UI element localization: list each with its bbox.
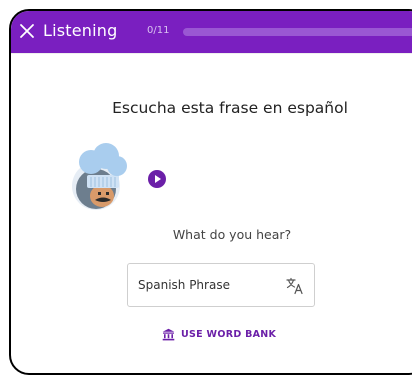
- progress-bar: [183, 28, 412, 36]
- play-icon: [155, 175, 161, 183]
- translate-button[interactable]: [285, 276, 305, 296]
- answer-field: [127, 263, 315, 307]
- translate-icon: [286, 277, 303, 295]
- page-title: Listening: [43, 21, 118, 40]
- question-text: What do you hear?: [172, 227, 292, 242]
- close-icon: [20, 24, 34, 38]
- header-divider: [11, 53, 412, 54]
- close-button[interactable]: [16, 20, 38, 42]
- header-bar: Listening 0/11: [11, 11, 412, 53]
- progress-counter: 0/11: [147, 25, 170, 36]
- bank-icon: [162, 328, 175, 341]
- answer-input[interactable]: [138, 276, 278, 294]
- play-audio-button[interactable]: [148, 170, 166, 188]
- use-word-bank-button[interactable]: USE WORD BANK: [162, 326, 276, 342]
- app-window: Listening 0/11: [9, 9, 412, 375]
- word-bank-label: USE WORD BANK: [181, 328, 277, 340]
- chef-avatar: [72, 134, 134, 214]
- exercise-prompt: Escucha esta frase en español: [112, 99, 348, 117]
- chef-avatar-icon: [72, 143, 127, 210]
